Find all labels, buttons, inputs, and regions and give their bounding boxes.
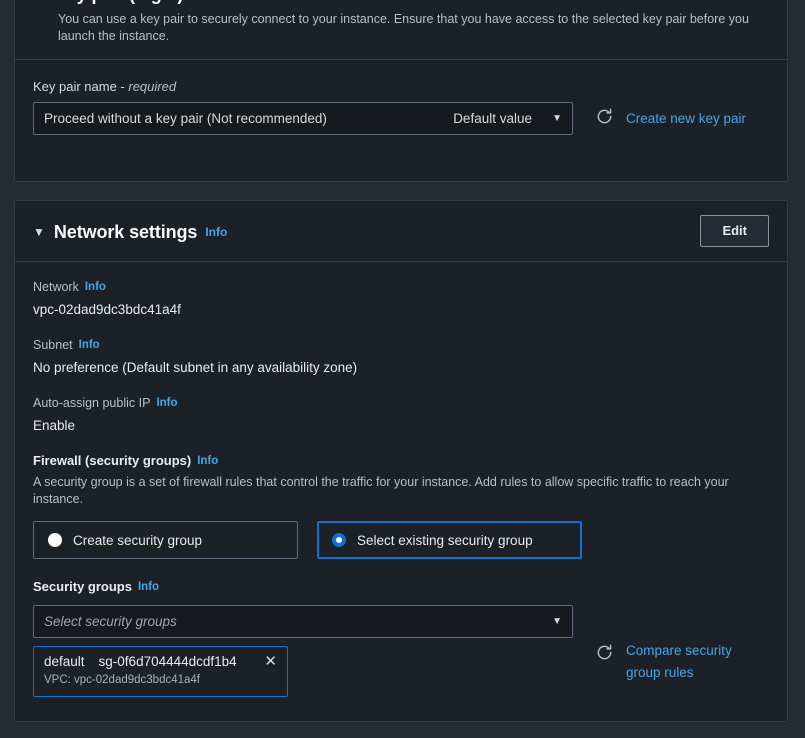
network-settings-card: ▼ Network settings Info Edit Network Info… [14, 200, 788, 722]
key-pair-title: Key pair (login) [54, 0, 184, 5]
collapse-caret-icon[interactable]: ▼ [33, 221, 45, 243]
auto-assign-ip-value: Enable [33, 418, 76, 433]
key-pair-info-link[interactable]: Info [191, 0, 213, 5]
compare-security-group-rules-action[interactable]: Compare security group rules [595, 596, 769, 684]
key-pair-selected-value: Proceed without a key pair (Not recommen… [44, 111, 327, 126]
firewall-info-link[interactable]: Info [197, 455, 218, 467]
key-pair-select-row: Proceed without a key pair (Not recommen… [33, 102, 769, 135]
firewall-label: Firewall (security groups) [33, 453, 192, 468]
network-settings-info-link[interactable]: Info [205, 221, 227, 243]
chevron-down-icon: ▼ [552, 112, 562, 124]
radio-selected-icon [332, 533, 346, 547]
key-pair-description: You can use a key pair to securely conne… [58, 12, 749, 43]
security-group-token: default sg-0f6d704444dcdf1b4 ✕ VPC: vpc-… [33, 646, 288, 697]
compare-security-group-rules-link[interactable]: Compare security group rules [626, 640, 769, 684]
network-settings-header: ▼ Network settings Info Edit [15, 201, 787, 261]
launch-instance-config-page: ▼ Key pair (login) Info You can use a ke… [0, 0, 805, 738]
key-pair-card: ▼ Key pair (login) Info You can use a ke… [14, 0, 788, 182]
subnet-label: Subnet [33, 338, 73, 352]
auto-assign-ip-field: Auto-assign public IP Info [33, 394, 769, 412]
auto-assign-ip-label: Auto-assign public IP [33, 396, 151, 410]
firewall-field: Firewall (security groups) Info [33, 452, 769, 470]
key-pair-body: Key pair name - required Proceed without… [15, 59, 787, 151]
security-groups-field: Security groups Info [33, 578, 769, 596]
auto-assign-ip-info-link[interactable]: Info [156, 397, 177, 409]
network-settings-title: Network settings [53, 222, 198, 242]
select-existing-security-group-option[interactable]: Select existing security group [317, 521, 582, 559]
key-pair-name-label: Key pair name - required [33, 78, 769, 95]
create-new-key-pair-action[interactable]: Create new key pair [595, 107, 746, 131]
network-value: vpc-02dad9dc3bdc41a4f [33, 302, 181, 317]
security-group-token-vpc: VPC: vpc-02dad9dc3bdc41a4f [44, 674, 200, 686]
select-existing-security-group-label: Select existing security group [357, 532, 533, 548]
key-pair-required-text: required [128, 79, 177, 94]
security-group-token-id: sg-0f6d704444dcdf1b4 [98, 654, 237, 669]
chevron-down-icon: ▼ [552, 615, 562, 627]
security-group-token-name: default [44, 654, 85, 669]
security-groups-placeholder: Select security groups [44, 614, 177, 629]
security-group-token-row: default sg-0f6d704444dcdf1b4 ✕ [44, 654, 277, 670]
subnet-value: No preference (Default subnet in any ava… [33, 360, 358, 375]
network-settings-body: Network Info vpc-02dad9dc3bdc41a4f Subnet… [15, 261, 787, 713]
close-icon[interactable]: ✕ [264, 654, 277, 669]
collapse-caret-icon[interactable]: ▼ [33, 0, 45, 5]
subnet-field: Subnet Info [33, 336, 769, 354]
security-groups-area: Select security groups ▼ default sg-0f6d… [33, 596, 769, 697]
refresh-icon [595, 107, 614, 131]
security-groups-select[interactable]: Select security groups ▼ [33, 605, 573, 638]
firewall-option-group: Create security group Select existing se… [33, 521, 769, 559]
security-groups-left: Select security groups ▼ default sg-0f6d… [33, 596, 573, 697]
create-security-group-option[interactable]: Create security group [33, 521, 298, 559]
radio-icon [48, 533, 62, 547]
edit-network-settings-button[interactable]: Edit [700, 215, 769, 247]
create-security-group-label: Create security group [73, 532, 203, 548]
subnet-info-link[interactable]: Info [79, 339, 100, 351]
network-info-link[interactable]: Info [85, 281, 106, 293]
security-groups-info-link[interactable]: Info [138, 581, 159, 593]
refresh-icon [595, 643, 614, 667]
key-pair-name-label-text: Key pair name - [33, 79, 129, 94]
firewall-description: A security group is a set of firewall ru… [33, 475, 729, 506]
create-new-key-pair-link[interactable]: Create new key pair [626, 108, 746, 130]
network-field: Network Info [33, 278, 769, 296]
network-label: Network [33, 280, 79, 294]
key-pair-name-select[interactable]: Proceed without a key pair (Not recommen… [33, 102, 573, 135]
security-groups-label: Security groups [33, 579, 132, 594]
key-pair-default-hint: Default value [453, 111, 532, 126]
